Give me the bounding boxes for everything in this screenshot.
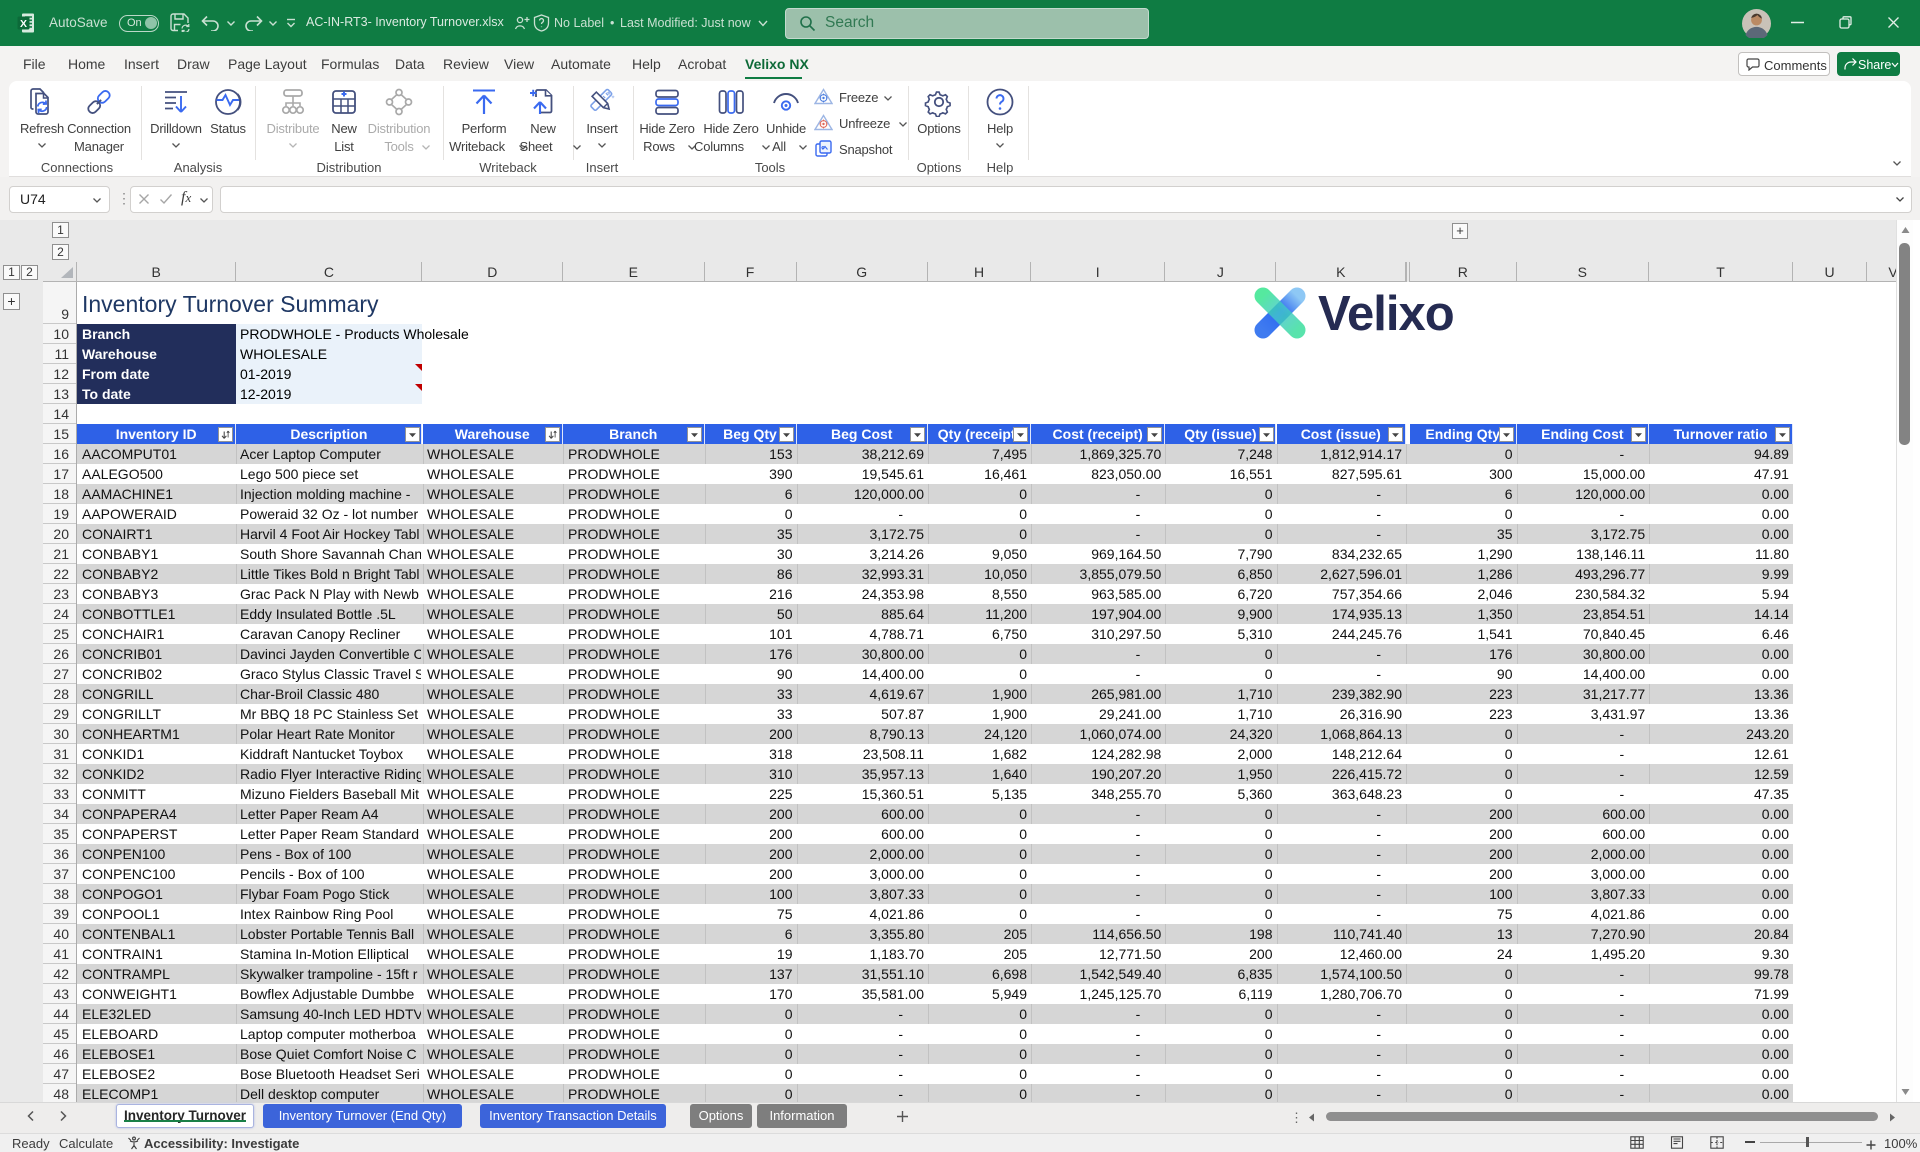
svg-text:Velixo: Velixo [1318,287,1454,341]
svg-text:X: X [20,18,27,30]
